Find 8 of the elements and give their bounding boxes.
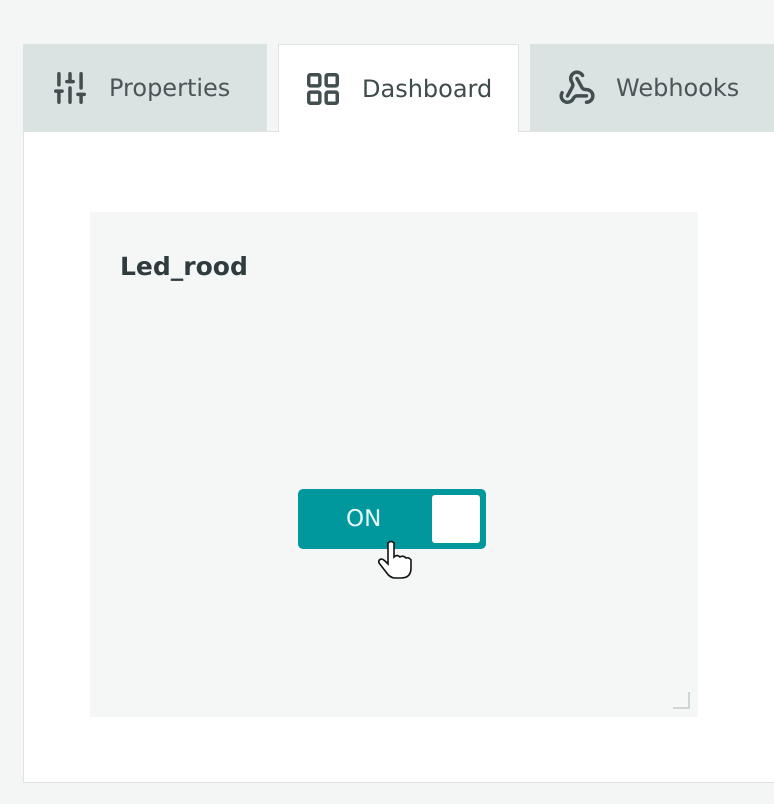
widget-title: Led_rood xyxy=(120,251,249,283)
resize-handle-icon xyxy=(672,691,690,709)
hand-cursor-icon xyxy=(376,539,412,579)
tab[interactable]: Webhooks xyxy=(530,44,774,131)
tab[interactable]: Dashboard xyxy=(278,44,519,132)
webhook-icon xyxy=(558,68,596,106)
tab[interactable]: Properties xyxy=(23,44,267,131)
toggle-switch[interactable]: ON xyxy=(298,489,486,549)
